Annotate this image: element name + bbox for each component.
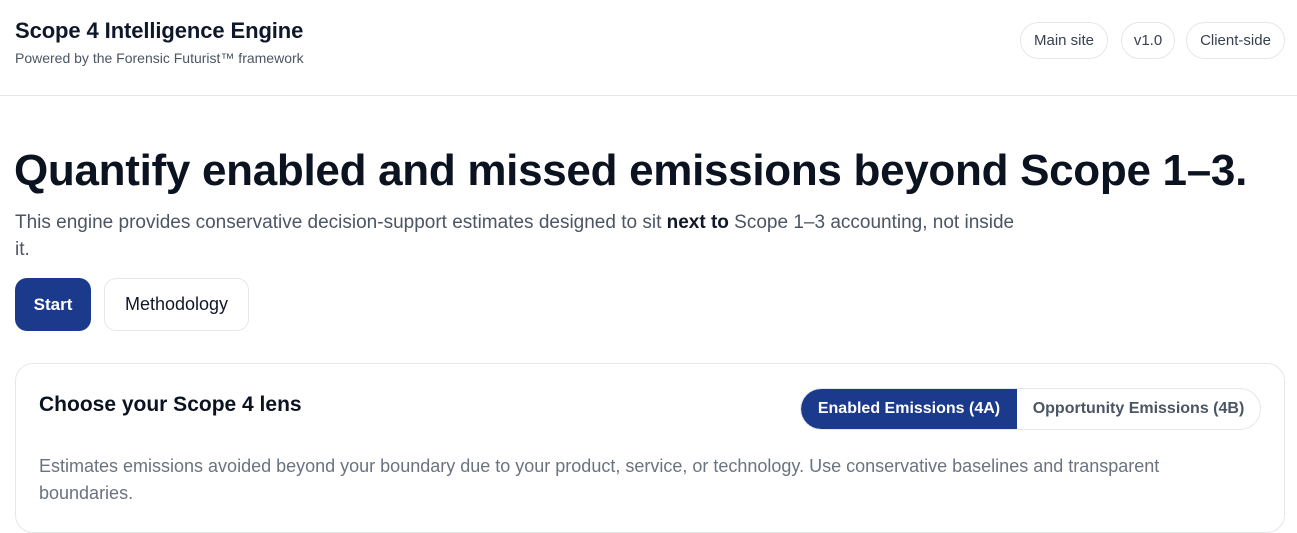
methodology-button[interactable]: Methodology <box>104 278 249 331</box>
lens-toggle: Enabled Emissions (4A) Opportunity Emiss… <box>800 388 1261 430</box>
main-site-link[interactable]: Main site <box>1020 22 1108 59</box>
app-title: Scope 4 Intelligence Engine <box>15 18 304 43</box>
hero-description: This engine provides conservative decisi… <box>15 209 1025 263</box>
hero-desc-part-1: This engine provides conservative decisi… <box>15 212 667 233</box>
hero-title: Quantify enabled and missed emissions be… <box>14 146 1247 195</box>
lens-description: Estimates emissions avoided beyond your … <box>39 456 1160 503</box>
start-button[interactable]: Start <box>15 278 91 331</box>
app-subtitle: Powered by the Forensic Futurist™ framew… <box>15 50 304 66</box>
opportunity-emissions-tab[interactable]: Opportunity Emissions (4B) <box>1017 389 1260 429</box>
top-header: Scope 4 Intelligence Engine Powered by t… <box>0 0 1297 96</box>
hero-desc-emphasis: next to <box>666 212 729 233</box>
lens-card-title: Choose your Scope 4 lens <box>39 393 302 416</box>
version-badge: v1.0 <box>1121 22 1175 59</box>
lens-card: Choose your Scope 4 lens Enabled Emissio… <box>15 363 1285 533</box>
client-side-badge: Client-side <box>1186 22 1285 59</box>
enabled-emissions-tab[interactable]: Enabled Emissions (4A) <box>801 389 1017 429</box>
